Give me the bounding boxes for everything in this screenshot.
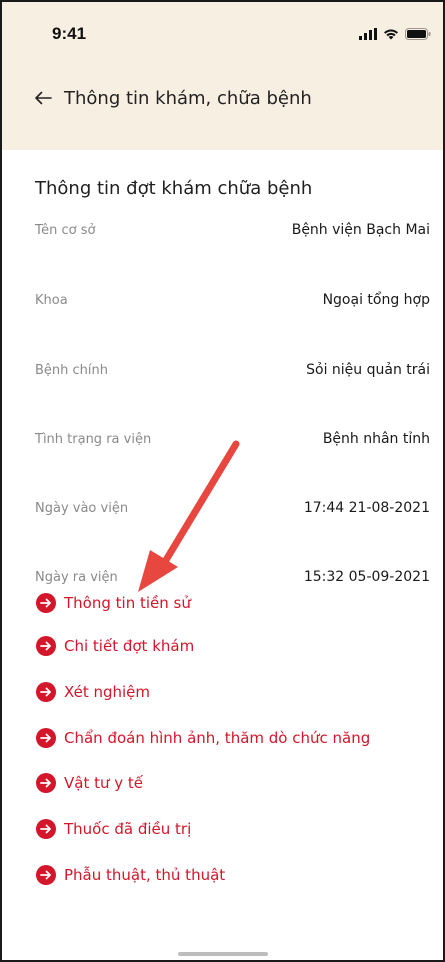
link-medical-supplies[interactable]: Vật tư y tế [36, 770, 143, 796]
link-label: Phẫu thuật, thủ thuật [64, 866, 226, 884]
status-time: 9:41 [52, 24, 87, 43]
info-row-facility: Tên cơ sở Bệnh viện Bạch Mai [35, 213, 430, 247]
info-row-discharge-date: Ngày ra viện 15:32 05-09-2021 [35, 560, 430, 594]
phone-screen: 9:41 Thông tin khám, chữa bệnh Thông tin… [0, 0, 445, 962]
circle-arrow-right-icon [36, 682, 56, 702]
info-row-admission-date: Ngày vào viện 17:44 21-08-2021 [35, 491, 430, 525]
info-label: Khoa [35, 292, 68, 308]
arrow-left-icon [35, 91, 52, 105]
page-title: Thông tin khám, chữa bệnh [64, 87, 312, 109]
circle-arrow-right-icon [36, 636, 56, 656]
link-label: Thông tin tiền sử [64, 594, 191, 612]
link-medications[interactable]: Thuốc đã điều trị [36, 816, 191, 842]
section-title: Thông tin đợt khám chữa bệnh [35, 178, 313, 199]
link-label: Chẩn đoán hình ảnh, thăm dò chức năng [64, 729, 371, 747]
circle-arrow-right-icon [36, 728, 56, 748]
info-label: Bệnh chính [35, 362, 109, 378]
info-label: Ngày vào viện [35, 500, 129, 516]
link-imaging-diagnostics[interactable]: Chẩn đoán hình ảnh, thăm dò chức năng [36, 725, 370, 751]
link-label: Thuốc đã điều trị [64, 820, 192, 838]
info-label: Tên cơ sở [35, 222, 96, 238]
info-row-diagnosis: Bệnh chính Sỏi niệu quản trái [35, 353, 430, 387]
cellular-signal-icon [359, 28, 377, 40]
link-medical-history[interactable]: Thông tin tiền sử [36, 590, 191, 616]
info-label: Tình trạng ra viện [35, 431, 152, 447]
circle-arrow-right-icon [36, 773, 56, 793]
info-row-discharge-status: Tình trạng ra viện Bệnh nhân tỉnh [35, 422, 430, 456]
status-bar: 9:41 [2, 2, 443, 62]
info-value: 17:44 21-08-2021 [303, 500, 430, 516]
link-label: Chi tiết đợt khám [64, 637, 195, 655]
info-value: Bệnh nhân tỉnh [322, 431, 430, 447]
link-lab-tests[interactable]: Xét nghiệm [36, 679, 150, 705]
info-value: Ngoại tổng hợp [322, 292, 430, 308]
back-button[interactable] [28, 83, 58, 113]
header: 9:41 Thông tin khám, chữa bệnh [2, 2, 443, 150]
info-value: 15:32 05-09-2021 [303, 569, 430, 585]
circle-arrow-right-icon [36, 865, 56, 885]
link-label: Vật tư y tế [64, 774, 144, 792]
battery-icon [405, 28, 431, 40]
nav-bar: Thông tin khám, chữa bệnh [2, 72, 443, 124]
link-visit-details[interactable]: Chi tiết đợt khám [36, 633, 194, 659]
info-label: Ngày ra viện [35, 569, 118, 585]
circle-arrow-right-icon [36, 593, 56, 613]
link-label: Xét nghiệm [64, 683, 151, 701]
info-row-department: Khoa Ngoại tổng hợp [35, 283, 430, 317]
info-value: Sỏi niệu quản trái [306, 362, 430, 378]
circle-arrow-right-icon [36, 819, 56, 839]
link-surgery-procedures[interactable]: Phẫu thuật, thủ thuật [36, 862, 225, 888]
info-value: Bệnh viện Bạch Mai [291, 222, 430, 238]
home-indicator [178, 952, 268, 956]
wifi-icon [384, 29, 398, 40]
status-icons [359, 26, 431, 42]
